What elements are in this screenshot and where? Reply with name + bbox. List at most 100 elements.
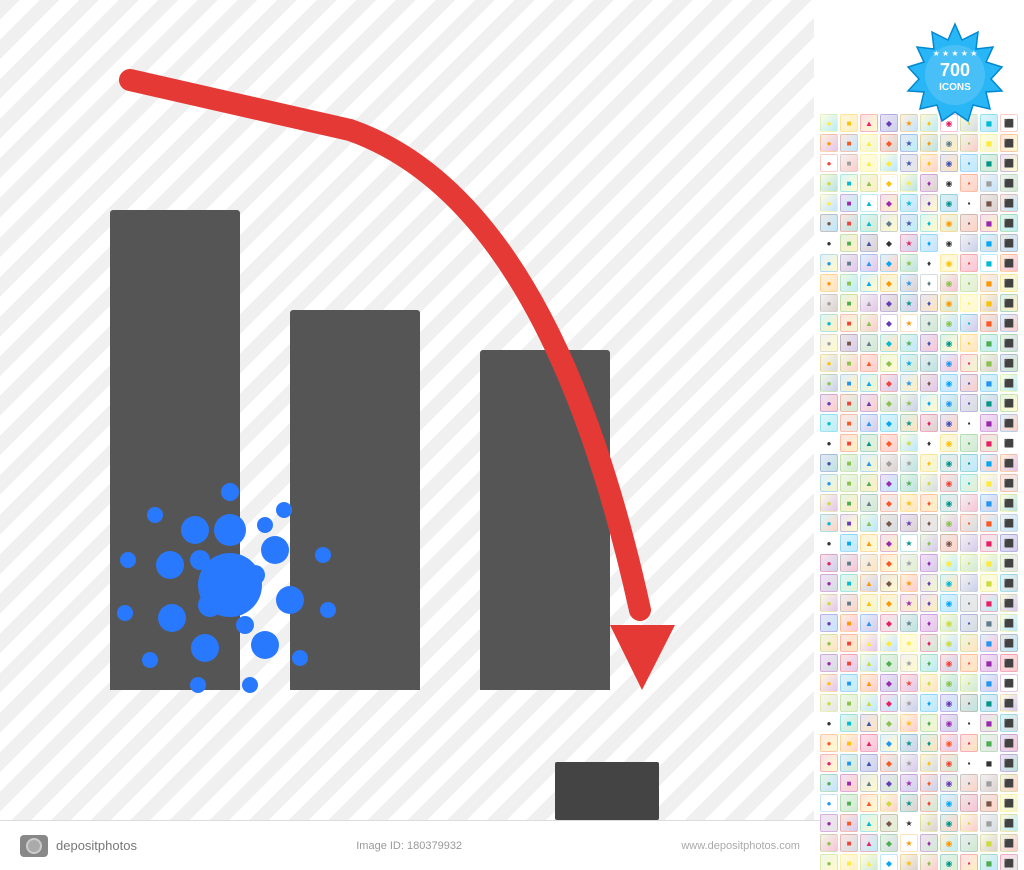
icon-cell: ⬛: [1000, 754, 1018, 772]
icon-cell: ◼: [980, 574, 998, 592]
icon-cell: ◆: [880, 674, 898, 692]
icon-cell: ◉: [940, 434, 958, 452]
icon-cell: ◆: [880, 654, 898, 672]
icon-cell: ⬛: [1000, 714, 1018, 732]
icon-cell: ▪: [960, 354, 978, 372]
icon-cell: ●: [820, 454, 838, 472]
icon-cell: ♦: [920, 854, 938, 870]
icon-cell: ♦: [920, 634, 938, 652]
icon-cell: ▪: [960, 274, 978, 292]
icon-cell: ▲: [860, 214, 878, 232]
icon-cell: ■: [840, 834, 858, 852]
icon-cell: ◆: [880, 454, 898, 472]
icon-cell: ▲: [860, 134, 878, 152]
icon-cell: ■: [840, 294, 858, 312]
icon-cell: ▪: [960, 834, 978, 852]
icon-cell: ⬛: [1000, 514, 1018, 532]
icon-cell: ♦: [920, 294, 938, 312]
icon-cell: ◉: [940, 134, 958, 152]
icon-cell: ■: [840, 794, 858, 812]
icon-cell: ▪: [960, 254, 978, 272]
icon-cell: ♦: [920, 194, 938, 212]
icon-cell: ◼: [980, 774, 998, 792]
icon-cell: ■: [840, 214, 858, 232]
icon-cell: ▪: [960, 774, 978, 792]
icon-cell: ⬛: [1000, 294, 1018, 312]
icon-cell: ▲: [860, 274, 878, 292]
icon-cell: ◆: [880, 314, 898, 332]
icon-cell: ●: [820, 114, 838, 132]
icon-cell: ▲: [860, 494, 878, 512]
icon-cell: ⬛: [1000, 394, 1018, 412]
icon-cell: ◼: [980, 854, 998, 870]
icon-cell: ◉: [940, 814, 958, 832]
icon-cell: ▪: [960, 454, 978, 472]
icon-cell: ▲: [860, 354, 878, 372]
icon-cell: ◼: [980, 754, 998, 772]
icon-cell: ⬛: [1000, 654, 1018, 672]
icon-cell: ▪: [960, 294, 978, 312]
icon-cell: ●: [820, 854, 838, 870]
icon-cell: ◉: [940, 614, 958, 632]
icon-cell: ◆: [880, 474, 898, 492]
icon-cell: ▪: [960, 434, 978, 452]
icon-cell: ▪: [960, 174, 978, 192]
icon-cell: ⬛: [1000, 794, 1018, 812]
icon-cell: ◉: [940, 714, 958, 732]
icon-cell: ▲: [860, 514, 878, 532]
icon-cell: ⬛: [1000, 134, 1018, 152]
icon-cell: ■: [840, 654, 858, 672]
svg-text:ICONS: ICONS: [939, 82, 971, 93]
icon-cell: ★: [900, 654, 918, 672]
icon-cell: ◼: [980, 614, 998, 632]
icon-grid: ●■▲◆★♦◉▪◼⬛●■▲◆★♦◉▪◼⬛●■▲◆★♦◉▪◼⬛●■▲◆★♦◉▪◼⬛…: [816, 110, 1022, 870]
icon-cell: ◆: [880, 334, 898, 352]
icon-cell: ★: [900, 714, 918, 732]
icon-cell: ♦: [920, 614, 938, 632]
icon-cell: ▲: [860, 794, 878, 812]
icon-cell: ◆: [880, 854, 898, 870]
icon-cell: ◆: [880, 714, 898, 732]
icon-cell: ●: [820, 134, 838, 152]
icon-cell: ■: [840, 394, 858, 412]
icon-cell: ■: [840, 854, 858, 870]
icon-cell: ▲: [860, 614, 878, 632]
icon-cell: ★: [900, 814, 918, 832]
icon-cell: ♦: [920, 274, 938, 292]
icon-cell: ★: [900, 474, 918, 492]
icon-cell: ■: [840, 234, 858, 252]
icon-cell: ⬛: [1000, 154, 1018, 172]
icon-cell: ●: [820, 214, 838, 232]
icon-cell: ★: [900, 254, 918, 272]
icon-cell: ♦: [920, 774, 938, 792]
falling-arrow: [50, 50, 770, 770]
icon-cell: ◼: [980, 294, 998, 312]
icon-cell: ▲: [860, 114, 878, 132]
icon-cell: ◼: [980, 834, 998, 852]
icon-cell: ◼: [980, 154, 998, 172]
icon-cell: ●: [820, 414, 838, 432]
icon-cell: ◼: [980, 474, 998, 492]
icon-cell: ◼: [980, 814, 998, 832]
crash-bottom-bar: [555, 762, 659, 820]
icon-cell: ◉: [940, 694, 958, 712]
icon-cell: ●: [820, 394, 838, 412]
icon-cell: ■: [840, 334, 858, 352]
icon-cell: ◼: [980, 374, 998, 392]
icon-cell: ◆: [880, 754, 898, 772]
camera-icon: [20, 835, 48, 857]
icon-cell: ▪: [960, 514, 978, 532]
website: www.depositphotos.com: [681, 840, 800, 852]
icon-cell: ■: [840, 454, 858, 472]
icon-cell: ◼: [980, 334, 998, 352]
icon-cell: ◉: [940, 154, 958, 172]
icon-cell: ▲: [860, 174, 878, 192]
icon-cell: ★: [900, 554, 918, 572]
icon-cell: ◆: [880, 134, 898, 152]
icon-cell: ■: [840, 314, 858, 332]
icon-cell: ★: [900, 314, 918, 332]
depositphotos-brand: depositphotos: [56, 838, 137, 853]
icon-cell: ♦: [920, 314, 938, 332]
icon-cell: ◆: [880, 414, 898, 432]
icon-cell: ◼: [980, 394, 998, 412]
